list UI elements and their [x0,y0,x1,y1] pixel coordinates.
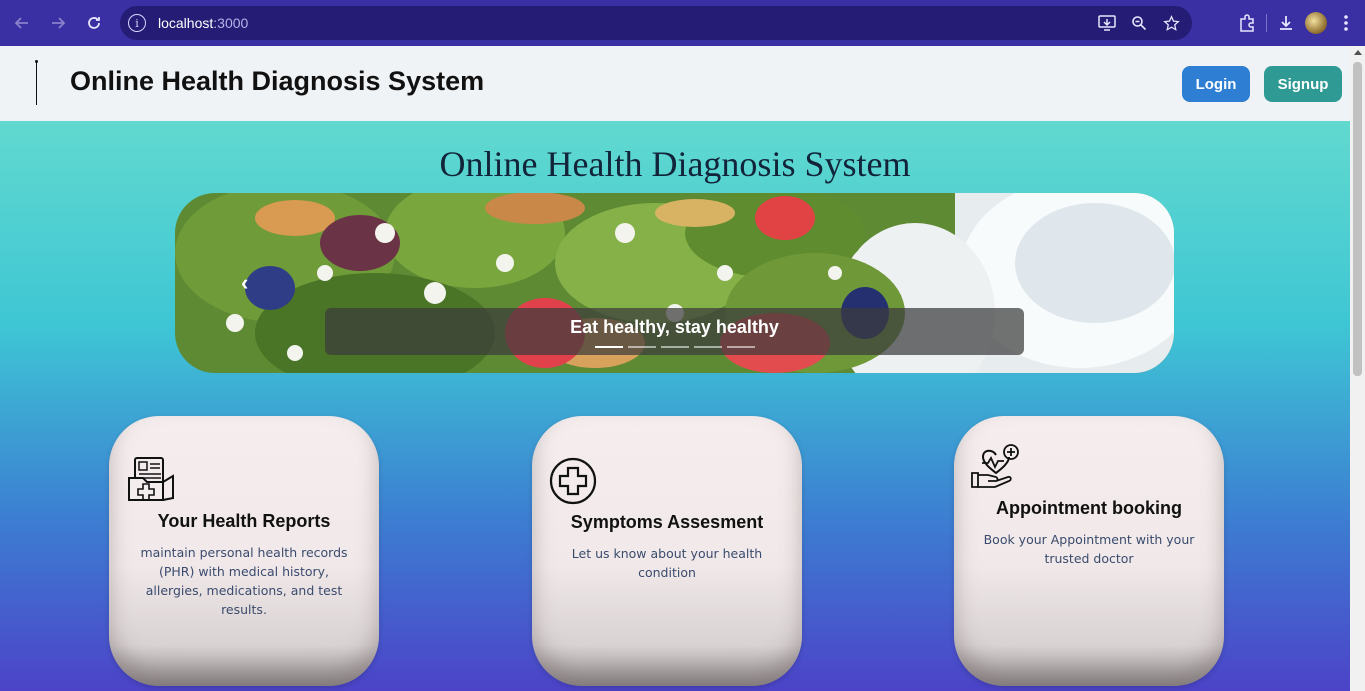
card-description: Book your Appointment with your trusted … [983,532,1195,566]
url-text[interactable]: localhost:3000 [158,15,248,31]
carousel-indicator[interactable] [628,346,656,348]
carousel-indicator[interactable] [595,346,623,348]
card-appointment-booking[interactable]: Appointment booking Book your Appointmen… [954,416,1224,686]
reload-icon[interactable] [76,5,112,41]
signup-button[interactable]: Signup [1264,66,1342,102]
heart-hand-icon [970,443,1020,493]
card-symptoms-assessment[interactable]: Symptoms Assesment Let us know about you… [532,416,802,686]
site-title: Online Health Diagnosis System [70,66,485,96]
carousel-prev-icon[interactable]: ‹ [241,271,261,295]
site-info-icon[interactable]: i [128,14,146,32]
address-bar[interactable]: i localhost:3000 [120,6,1192,40]
card-description: Let us know about your health condition [571,546,763,580]
card-title: Appointment booking [996,498,1182,518]
bookmark-star-icon[interactable] [1160,12,1182,34]
hero-title: Online Health Diagnosis System [439,144,911,184]
install-app-icon[interactable] [1096,12,1118,34]
download-icon[interactable] [1275,12,1297,34]
carousel-indicator[interactable] [727,346,755,348]
card-title: Your Health Reports [157,511,331,531]
carousel-indicator[interactable] [661,346,689,348]
more-menu-icon[interactable] [1335,12,1357,34]
url-host: localhost [158,15,214,31]
logo[interactable] [35,60,38,105]
back-arrow-icon[interactable] [4,5,40,41]
browser-toolbar: i localhost:3000 [0,0,1365,46]
scroll-up-arrow-icon[interactable] [1354,50,1362,55]
url-port: :3000 [213,15,249,31]
profile-avatar[interactable] [1305,12,1327,34]
carousel-indicators [595,346,755,348]
forward-arrow-icon[interactable] [40,5,76,41]
page-content: Online Health Diagnosis System Login Sig… [0,46,1350,691]
toolbar-divider [1266,14,1267,32]
carousel-caption-text: Eat healthy, stay healthy [570,317,779,337]
zoom-icon[interactable] [1128,12,1150,34]
extensions-icon[interactable] [1236,12,1258,34]
page-scrollbar[interactable] [1350,46,1365,691]
site-header: Online Health Diagnosis System Login Sig… [0,46,1350,121]
scrollbar-thumb[interactable] [1353,62,1362,376]
medical-cross-icon [549,457,599,507]
login-button[interactable]: Login [1182,66,1250,102]
medical-report-icon [127,456,177,506]
carousel-indicator[interactable] [694,346,722,348]
carousel-caption: Eat healthy, stay healthy [325,308,1024,355]
image-carousel[interactable]: ‹ Eat healthy, stay healthy [175,193,1174,373]
card-description: maintain personal health records (PHR) w… [140,545,348,617]
card-title: Symptoms Assesment [570,512,764,532]
card-health-reports[interactable]: Your Health Reports maintain personal he… [109,416,379,686]
